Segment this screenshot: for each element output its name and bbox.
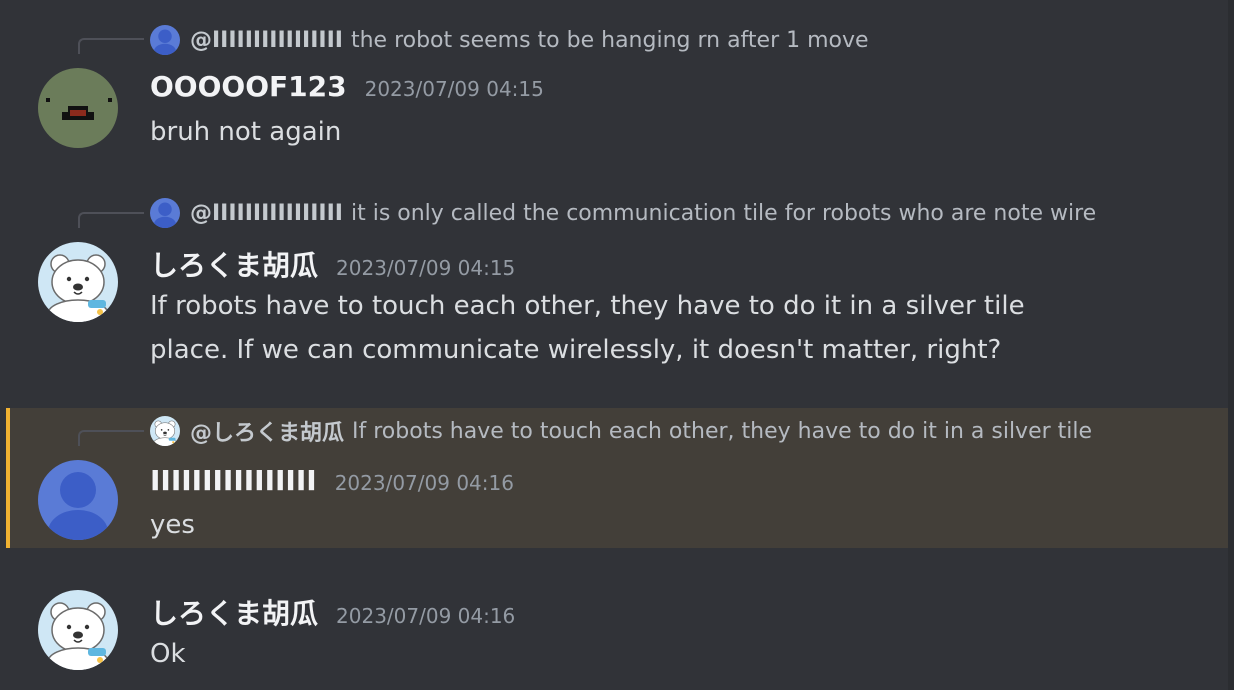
- message-timestamp: 2023/07/09 04:15: [364, 77, 544, 101]
- message-text: yes: [150, 510, 195, 540]
- avatar[interactable]: [38, 590, 118, 670]
- message-item[interactable]: @IIIIIIIIIIIIIIII the robot seems to be …: [0, 0, 1228, 170]
- replied-user-mention[interactable]: @IIIIIIIIIIIIIIII: [190, 201, 343, 226]
- message-timestamp: 2023/07/09 04:16: [336, 604, 516, 628]
- avatar[interactable]: [38, 242, 118, 322]
- message-content: yes: [150, 503, 1070, 547]
- replied-user-avatar: [150, 25, 180, 55]
- message-content: bruh not again: [150, 110, 1070, 154]
- message-header: IIIIIIIIIIIIIIII 2023/07/09 04:16: [150, 464, 514, 497]
- message-text: Ok: [150, 639, 186, 669]
- message-item-highlighted[interactable]: @しろくま胡瓜 If robots have to touch each oth…: [6, 408, 1228, 548]
- replied-user-avatar: [150, 416, 180, 446]
- author-name[interactable]: しろくま胡瓜: [150, 592, 318, 632]
- author-name[interactable]: しろくま胡瓜: [150, 244, 318, 284]
- message-content: If robots have to touch each other, they…: [150, 284, 1070, 372]
- reply-connector: [78, 212, 144, 228]
- mention-highlight-bar: [6, 408, 10, 548]
- replied-message-preview[interactable]: the robot seems to be hanging rn after 1…: [351, 28, 869, 53]
- message-header: OOOOOF123 2023/07/09 04:15: [150, 70, 544, 103]
- author-name[interactable]: OOOOOF123: [150, 70, 347, 103]
- message-text: bruh not again: [150, 117, 342, 147]
- author-name[interactable]: IIIIIIIIIIIIIIII: [150, 464, 317, 497]
- message-item[interactable]: しろくま胡瓜 2023/07/09 04:16 Ok: [0, 570, 1228, 690]
- message-header: しろくま胡瓜 2023/07/09 04:16: [150, 592, 515, 632]
- reply-connector: [78, 38, 144, 54]
- reply-reference[interactable]: @しろくま胡瓜 If robots have to touch each oth…: [150, 416, 1134, 446]
- reply-reference[interactable]: @IIIIIIIIIIIIIIII it is only called the …: [150, 198, 1134, 228]
- replied-user-avatar: [150, 198, 180, 228]
- message-text: If robots have to touch each other, they…: [150, 291, 1025, 321]
- replied-message-preview[interactable]: it is only called the communication tile…: [351, 201, 1096, 226]
- replied-user-mention[interactable]: @しろくま胡瓜: [190, 416, 344, 446]
- message-header: しろくま胡瓜 2023/07/09 04:15: [150, 244, 515, 284]
- scrollbar-track[interactable]: [1228, 0, 1234, 690]
- message-timestamp: 2023/07/09 04:16: [334, 471, 514, 495]
- chat-message-list: @IIIIIIIIIIIIIIII the robot seems to be …: [0, 0, 1234, 690]
- avatar[interactable]: [38, 460, 118, 540]
- reply-reference[interactable]: @IIIIIIIIIIIIIIII the robot seems to be …: [150, 25, 1150, 55]
- message-item[interactable]: @IIIIIIIIIIIIIIII it is only called the …: [0, 180, 1228, 390]
- avatar[interactable]: [38, 68, 118, 148]
- replied-user-mention[interactable]: @IIIIIIIIIIIIIIII: [190, 28, 343, 53]
- message-text: place. If we can communicate wirelessly,…: [150, 335, 1002, 365]
- message-content: Ok: [150, 632, 1070, 676]
- reply-connector: [78, 430, 144, 446]
- message-timestamp: 2023/07/09 04:15: [336, 256, 516, 280]
- replied-message-preview[interactable]: If robots have to touch each other, they…: [352, 419, 1092, 444]
